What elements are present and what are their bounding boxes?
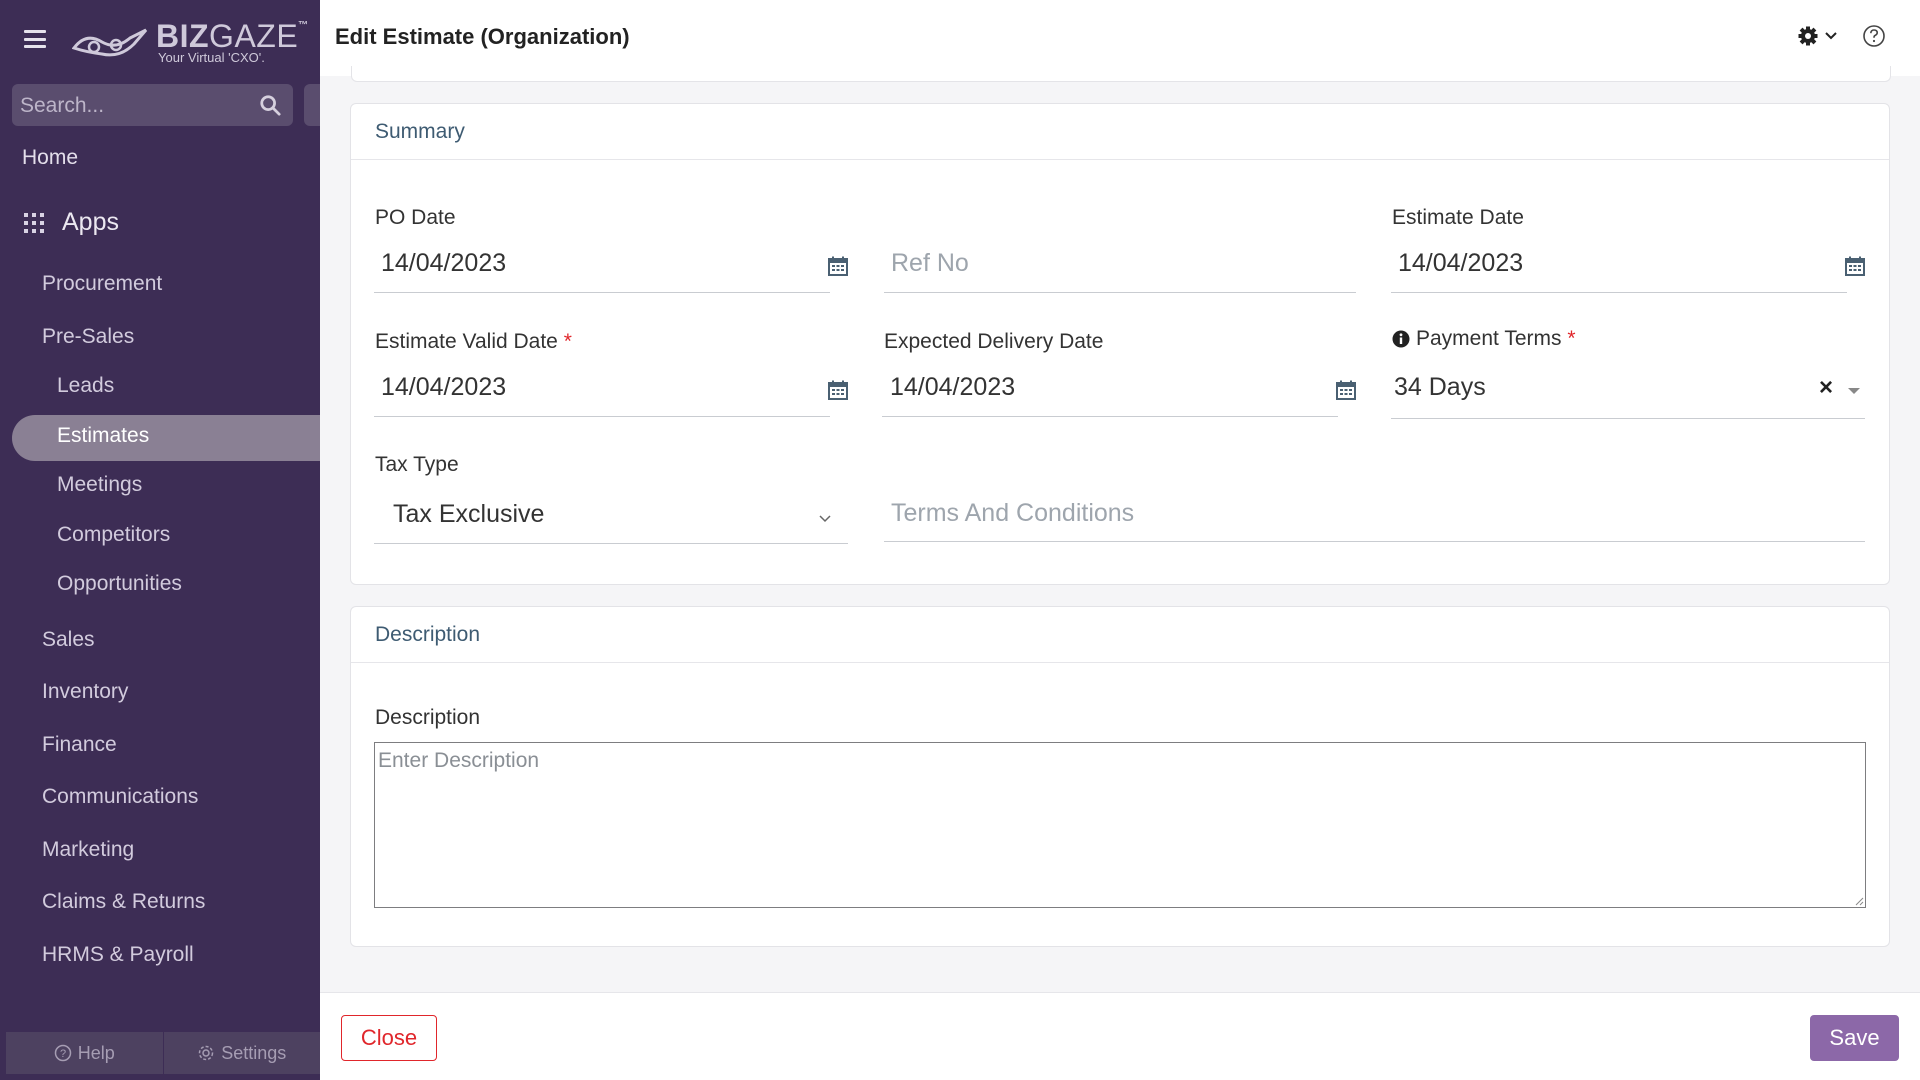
clear-selection-icon[interactable]: × xyxy=(1819,374,1833,402)
nav-meetings[interactable]: Meetings xyxy=(57,473,142,497)
nav-claims-returns[interactable]: Claims & Returns xyxy=(42,890,205,914)
nav-inventory[interactable]: Inventory xyxy=(42,680,128,704)
expected-delivery-date-calendar-icon[interactable] xyxy=(1336,380,1356,400)
tax-type-select[interactable]: Tax Exclusive xyxy=(393,500,544,529)
payment-terms-label: Payment Terms * xyxy=(1392,327,1576,351)
hamburger-menu-icon[interactable] xyxy=(24,30,46,48)
nav-home[interactable]: Home xyxy=(22,146,78,170)
nav-competitors[interactable]: Competitors xyxy=(57,523,170,547)
previous-card-edge xyxy=(351,66,1891,82)
nav-hrms-payroll[interactable]: HRMS & Payroll xyxy=(42,943,194,967)
description-title: Description xyxy=(351,607,1889,663)
estimate-date-label: Estimate Date xyxy=(1392,206,1524,229)
nav-pre-sales[interactable]: Pre-Sales xyxy=(42,325,134,349)
ref-no-underline xyxy=(884,292,1356,293)
sidebar: BIZGAZE™ Your Virtual 'CXO'. Search... H… xyxy=(0,0,320,1080)
brand-tagline: Your Virtual 'CXO'. xyxy=(158,50,265,65)
estimate-valid-date-calendar-icon[interactable] xyxy=(828,380,848,400)
footer-bar: Close Save xyxy=(320,992,1920,1080)
caret-down-icon[interactable] xyxy=(1847,386,1861,396)
owl-logo-icon xyxy=(72,28,148,57)
po-date-label: PO Date xyxy=(375,206,456,229)
settings-label: Settings xyxy=(221,1042,287,1063)
chevron-down-icon xyxy=(1825,32,1837,40)
sidebar-header: BIZGAZE™ Your Virtual 'CXO'. xyxy=(0,0,320,76)
settings-menu-button[interactable] xyxy=(1798,26,1838,46)
estimate-valid-date-label: Estimate Valid Date * xyxy=(375,330,572,353)
help-label: Help xyxy=(77,1042,115,1063)
gear-icon xyxy=(1798,26,1818,46)
resize-handle-icon[interactable] xyxy=(1854,896,1864,906)
brand-logo[interactable]: BIZGAZE™ Your Virtual 'CXO'. xyxy=(72,18,308,68)
tax-type-label: Tax Type xyxy=(375,453,459,476)
save-button[interactable]: Save xyxy=(1810,1015,1899,1061)
description-placeholder: Enter Description xyxy=(378,749,540,772)
search-input[interactable]: Search... xyxy=(20,94,104,118)
top-bar: Edit Estimate (Organization) xyxy=(320,0,1920,76)
terms-and-conditions-underline xyxy=(884,541,1865,542)
estimate-date-input[interactable]: 14/04/2023 xyxy=(1398,249,1523,278)
description-textarea[interactable]: Enter Description xyxy=(374,742,1866,908)
ref-no-input[interactable]: Ref No xyxy=(891,249,969,278)
help-icon[interactable] xyxy=(1862,24,1886,48)
payment-terms-select[interactable]: 34 Days xyxy=(1394,373,1486,402)
help-button[interactable]: ? Help xyxy=(6,1032,164,1074)
search-icon[interactable] xyxy=(259,94,281,116)
payment-terms-underline xyxy=(1391,418,1865,419)
nav-opportunities[interactable]: Opportunities xyxy=(57,572,182,596)
search-extra-button[interactable] xyxy=(304,84,320,126)
settings-gear-icon xyxy=(198,1045,214,1061)
sidebar-footer: ? Help Settings xyxy=(6,1032,320,1074)
required-marker: * xyxy=(1567,327,1576,350)
nav-finance[interactable]: Finance xyxy=(42,733,117,757)
expected-delivery-date-underline xyxy=(882,416,1338,417)
nav-marketing[interactable]: Marketing xyxy=(42,838,134,862)
expected-delivery-date-label: Expected Delivery Date xyxy=(884,330,1104,353)
nav-sales[interactable]: Sales xyxy=(42,628,95,652)
apps-grid-icon xyxy=(24,212,44,233)
close-button[interactable]: Close xyxy=(341,1015,437,1061)
tax-type-underline xyxy=(374,543,848,544)
description-label: Description xyxy=(375,706,481,729)
estimate-date-underline xyxy=(1391,292,1847,293)
required-marker: * xyxy=(563,330,572,353)
settings-button[interactable]: Settings xyxy=(164,1032,321,1074)
expected-delivery-date-input[interactable]: 14/04/2023 xyxy=(890,373,1015,402)
summary-title: Summary xyxy=(351,104,1889,160)
nav-apps-label: Apps xyxy=(62,208,119,236)
po-date-calendar-icon[interactable] xyxy=(828,256,848,276)
search-box[interactable]: Search... xyxy=(12,84,293,126)
info-icon[interactable] xyxy=(1392,330,1410,348)
estimate-valid-date-underline xyxy=(374,416,830,417)
terms-and-conditions-input[interactable]: Terms And Conditions xyxy=(891,499,1134,528)
svg-text:?: ? xyxy=(60,1048,66,1060)
nav-communications[interactable]: Communications xyxy=(42,785,198,809)
nav-leads[interactable]: Leads xyxy=(57,374,114,398)
nav-procurement[interactable]: Procurement xyxy=(42,272,162,296)
help-circle-icon: ? xyxy=(54,1044,71,1062)
nav-apps[interactable]: Apps xyxy=(24,208,119,237)
nav-estimates[interactable]: Estimates xyxy=(57,424,149,448)
chevron-down-icon[interactable] xyxy=(818,514,832,524)
po-date-underline xyxy=(374,292,830,293)
estimate-valid-date-input[interactable]: 14/04/2023 xyxy=(381,373,506,402)
estimate-date-calendar-icon[interactable] xyxy=(1845,256,1865,276)
po-date-input[interactable]: 14/04/2023 xyxy=(381,249,506,278)
page-title: Edit Estimate (Organization) xyxy=(335,24,630,49)
